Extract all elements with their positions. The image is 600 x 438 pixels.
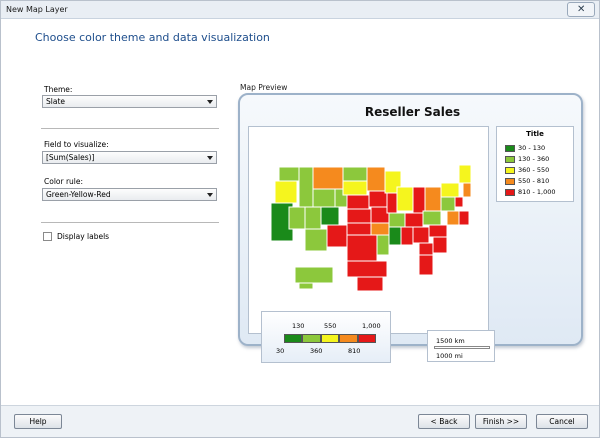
close-icon: ✕ [577,4,586,15]
legend-swatch [505,166,515,174]
field-value: [Sum(Sales)] [46,153,95,162]
scale-bottom-label: 30 [276,347,285,355]
finish-button[interactable]: Finish >> [475,414,527,429]
scale-bottom-label: 810 [348,347,361,355]
chevron-down-icon [207,193,213,197]
page-heading: Choose color theme and data visualizatio… [35,31,270,44]
new-map-layer-dialog: New Map Layer ✕ Choose color theme and d… [0,0,600,438]
legend-item-label: 130 - 360 [518,155,550,163]
map-title: Reseller Sales [364,105,461,119]
dialog-footer: Help < Back Finish >> Cancel [1,405,599,437]
map-preview-panel: Reseller Sales 130 550 1,000 30 360 810 … [238,93,583,363]
legend-item-label: 360 - 550 [518,166,550,174]
theme-label: Theme: [44,85,73,94]
legend-item: 810 - 1,000 [505,188,556,196]
scale-swatch [339,334,358,343]
display-labels-label: Display labels [57,232,110,241]
field-dropdown[interactable]: [Sum(Sales)] [42,151,217,164]
color-rule-label: Color rule: [44,177,84,186]
window-title: New Map Layer [6,5,68,14]
divider [41,128,219,129]
scale-bottom-label: 360 [310,347,323,355]
scale-top-label: 550 [324,322,337,330]
chevron-down-icon [207,156,213,160]
legend-title: Title [526,130,544,138]
chevron-down-icon [207,100,213,104]
color-scale-legend: 130 550 1,000 30 360 810 [261,311,391,363]
us-map-graphic [270,164,472,292]
legend-item: 130 - 360 [505,155,549,163]
scale-swatch [302,334,321,343]
display-labels-checkbox[interactable] [43,232,52,241]
cancel-button[interactable]: Cancel [536,414,588,429]
theme-value: Slate [46,97,65,106]
distance-mi: 1000 mi [436,352,463,360]
legend-item: 550 - 810 [505,177,549,185]
scale-swatch [320,334,340,343]
legend-item-label: 30 - 130 [518,144,546,152]
legend-item-label: 550 - 810 [518,177,550,185]
legend-item: 30 - 130 [505,144,545,152]
title-bar: New Map Layer ✕ [1,1,599,19]
scale-top-label: 1,000 [362,322,381,330]
close-button[interactable]: ✕ [567,2,595,17]
distance-km: 1500 km [436,337,465,345]
map-preview-label: Map Preview [240,83,288,92]
field-label: Field to visualize: [44,140,109,149]
legend-swatch [505,144,515,152]
legend-swatch [505,188,515,196]
legend-swatch [505,155,515,163]
color-scale-bar [284,334,377,343]
legend-item-label: 810 - 1,000 [518,188,556,196]
color-rule-value: Green-Yellow-Red [46,190,111,199]
scale-swatch [357,334,377,343]
distance-bar [434,346,490,349]
help-button[interactable]: Help [14,414,62,429]
color-rule-dropdown[interactable]: Green-Yellow-Red [42,188,217,201]
map-legend: Title 30 - 130 130 - 360 360 - 550 550 -… [496,126,574,202]
divider [41,222,219,223]
legend-item: 360 - 550 [505,166,549,174]
scale-swatch [284,334,303,343]
back-button[interactable]: < Back [418,414,470,429]
scale-top-label: 130 [292,322,305,330]
legend-swatch [505,177,515,185]
map-canvas: 130 550 1,000 30 360 810 1500 km 1000 mi [248,126,495,363]
theme-dropdown[interactable]: Slate [42,95,217,108]
distance-scale: 1500 km 1000 mi [427,330,495,362]
